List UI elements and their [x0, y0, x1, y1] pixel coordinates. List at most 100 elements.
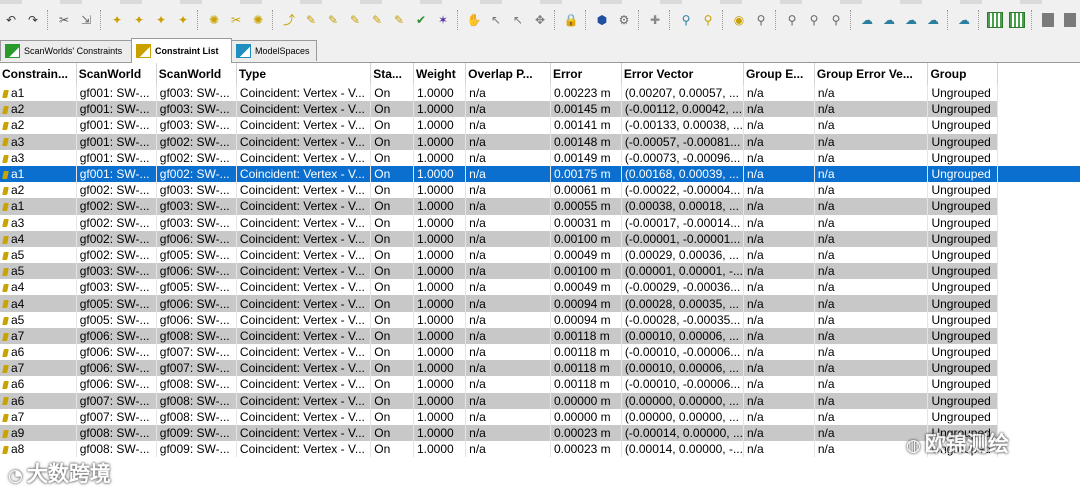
cell-group-error-vector[interactable]: n/a [814, 85, 929, 102]
cell-constraint-id[interactable]: a1 [0, 198, 77, 215]
cell-status[interactable]: On [370, 198, 414, 215]
cloud-link-icon[interactable]: ☁ [880, 11, 898, 29]
cloud-target-icon[interactable]: ☁ [902, 11, 920, 29]
cell-error-vector[interactable]: (0.00028, 0.00035, ... [621, 295, 744, 312]
grid-view-icon[interactable] [986, 11, 1004, 29]
cell-weight[interactable]: 1.0000 [413, 230, 467, 247]
cell-group-error[interactable]: n/a [743, 392, 815, 409]
cell-scanworld-1[interactable]: gf001: SW-... [76, 133, 157, 150]
cell-overlap[interactable]: n/a [465, 101, 551, 118]
cell-status[interactable]: On [370, 230, 414, 247]
table-row[interactable]: a2 gf001: SW-... gf003: SW-... Coincident: … [0, 117, 1080, 134]
cell-constraint-id[interactable]: a7 [0, 327, 77, 344]
table-row[interactable]: a5 gf005: SW-... gf006: SW-... Coincident: … [0, 311, 1080, 328]
cell-error[interactable]: 0.00149 m [550, 149, 622, 166]
column-header-group-error-vector[interactable]: Group Error Ve... [814, 63, 929, 85]
cell-group[interactable]: Ungrouped [927, 230, 999, 247]
cell-scanworld-1[interactable]: gf005: SW-... [76, 311, 157, 328]
cell-status[interactable]: On [370, 165, 414, 183]
cell-constraint-id[interactable]: a3 [0, 214, 77, 231]
cell-error[interactable]: 0.00118 m [550, 376, 622, 393]
column-header-type[interactable]: Type [236, 63, 372, 85]
cell-group-error-vector[interactable]: n/a [814, 376, 929, 393]
column-header-status[interactable]: Sta... [370, 63, 414, 85]
tab-scanworlds-constraints[interactable]: ScanWorlds' Constraints [0, 40, 132, 61]
cell-scanworld-2[interactable]: gf007: SW-... [156, 344, 237, 361]
column-header-error-vector[interactable]: Error Vector [621, 63, 744, 85]
cell-error[interactable]: 0.00023 m [550, 424, 622, 442]
hand-icon[interactable]: ✋ [465, 11, 483, 29]
column-header-overlap[interactable]: Overlap P... [465, 63, 551, 85]
panel-left-icon[interactable] [1039, 11, 1057, 29]
table-row[interactable]: a3 gf001: SW-... gf002: SW-... Coincident: … [0, 133, 1080, 150]
cloud-settings-icon[interactable]: ☁ [955, 11, 973, 29]
cell-overlap[interactable]: n/a [465, 149, 551, 166]
cell-error[interactable]: 0.00049 m [550, 279, 622, 296]
cell-status[interactable]: On [370, 214, 414, 231]
cell-type[interactable]: Coincident: Vertex - V... [236, 165, 372, 183]
link-group-icon[interactable]: ✎ [368, 11, 386, 29]
cell-overlap[interactable]: n/a [465, 214, 551, 231]
cell-type[interactable]: Coincident: Vertex - V... [236, 327, 372, 344]
cell-constraint-id[interactable]: a9 [0, 424, 77, 442]
cell-error-vector[interactable]: (-0.00133, 0.00038, ... [621, 117, 744, 134]
redo-icon[interactable]: ↷ [24, 11, 42, 29]
link-vertex-icon[interactable]: ✎ [302, 11, 320, 29]
table-row[interactable]: a4 gf002: SW-... gf006: SW-... Coincident: … [0, 230, 1080, 247]
cell-constraint-id[interactable]: a4 [0, 279, 77, 296]
cell-constraint-id[interactable]: a3 [0, 133, 77, 150]
cell-group-error[interactable]: n/a [743, 198, 815, 215]
table-row[interactable]: a2 gf002: SW-... gf003: SW-... Coincident: … [0, 182, 1080, 199]
cell-status[interactable]: On [370, 295, 414, 312]
link-update-icon[interactable]: ✎ [390, 11, 408, 29]
cell-scanworld-1[interactable]: gf001: SW-... [76, 85, 157, 102]
cell-type[interactable]: Coincident: Vertex - V... [236, 214, 372, 231]
cell-group-error-vector[interactable]: n/a [814, 165, 929, 183]
column-header-constraint[interactable]: Constrain... [0, 63, 77, 85]
cell-group-error-vector[interactable]: n/a [814, 392, 929, 409]
cell-scanworld-2[interactable]: gf009: SW-... [156, 424, 237, 442]
cell-scanworld-2[interactable]: gf007: SW-... [156, 360, 237, 377]
cell-group-error-vector[interactable]: n/a [814, 327, 929, 344]
cell-weight[interactable]: 1.0000 [413, 279, 467, 296]
table-row[interactable]: a6 gf006: SW-... gf008: SW-... Coincident: … [0, 376, 1080, 393]
cell-error-vector[interactable]: (-0.00112, 0.00042, ... [621, 101, 744, 118]
table-row[interactable]: a1 gf002: SW-... gf003: SW-... Coincident: … [0, 198, 1080, 215]
cell-status[interactable]: On [370, 327, 414, 344]
cell-group-error[interactable]: n/a [743, 311, 815, 328]
cell-status[interactable]: On [370, 360, 414, 377]
cell-overlap[interactable]: n/a [465, 408, 551, 425]
cell-error-vector[interactable]: (0.00029, 0.00036, ... [621, 246, 744, 264]
vertex-unlink-icon[interactable]: ⚲ [699, 11, 717, 29]
table-row[interactable]: a5 gf003: SW-... gf006: SW-... Coincident: … [0, 263, 1080, 280]
column-header-group[interactable]: Group [927, 63, 999, 85]
cell-weight[interactable]: 1.0000 [413, 182, 467, 199]
cell-type[interactable]: Coincident: Vertex - V... [236, 392, 372, 409]
cell-error[interactable]: 0.00118 m [550, 344, 622, 361]
cell-scanworld-1[interactable]: gf002: SW-... [76, 214, 157, 231]
cell-type[interactable]: Coincident: Vertex - V... [236, 279, 372, 296]
table-row[interactable]: a5 gf002: SW-... gf005: SW-... Coincident: … [0, 246, 1080, 264]
cell-constraint-id[interactable]: a5 [0, 263, 77, 280]
cell-group-error-vector[interactable]: n/a [814, 311, 929, 328]
cell-overlap[interactable]: n/a [465, 279, 551, 296]
cell-overlap[interactable]: n/a [465, 117, 551, 134]
cell-error-vector[interactable]: (0.00168, 0.00039, ... [621, 165, 744, 183]
cell-error-vector[interactable]: (-0.00010, -0.00006... [621, 344, 744, 361]
cell-overlap[interactable]: n/a [465, 360, 551, 377]
cell-scanworld-2[interactable]: gf003: SW-... [156, 214, 237, 231]
cell-scanworld-1[interactable]: gf007: SW-... [76, 408, 157, 425]
cell-type[interactable]: Coincident: Vertex - V... [236, 295, 372, 312]
cell-weight[interactable]: 1.0000 [413, 376, 467, 393]
cell-constraint-id[interactable]: a1 [0, 85, 77, 102]
cell-scanworld-2[interactable]: gf008: SW-... [156, 327, 237, 344]
constraint-add-all-icon[interactable]: ✦ [174, 11, 192, 29]
cell-scanworld-1[interactable]: gf008: SW-... [76, 424, 157, 442]
cell-scanworld-2[interactable]: gf003: SW-... [156, 101, 237, 118]
cell-group-error-vector[interactable]: n/a [814, 344, 929, 361]
cell-overlap[interactable]: n/a [465, 376, 551, 393]
color-constraint-icon[interactable]: ✶ [434, 11, 452, 29]
cell-overlap[interactable]: n/a [465, 311, 551, 328]
cell-constraint-id[interactable]: a5 [0, 311, 77, 328]
cell-group-error[interactable]: n/a [743, 408, 815, 425]
